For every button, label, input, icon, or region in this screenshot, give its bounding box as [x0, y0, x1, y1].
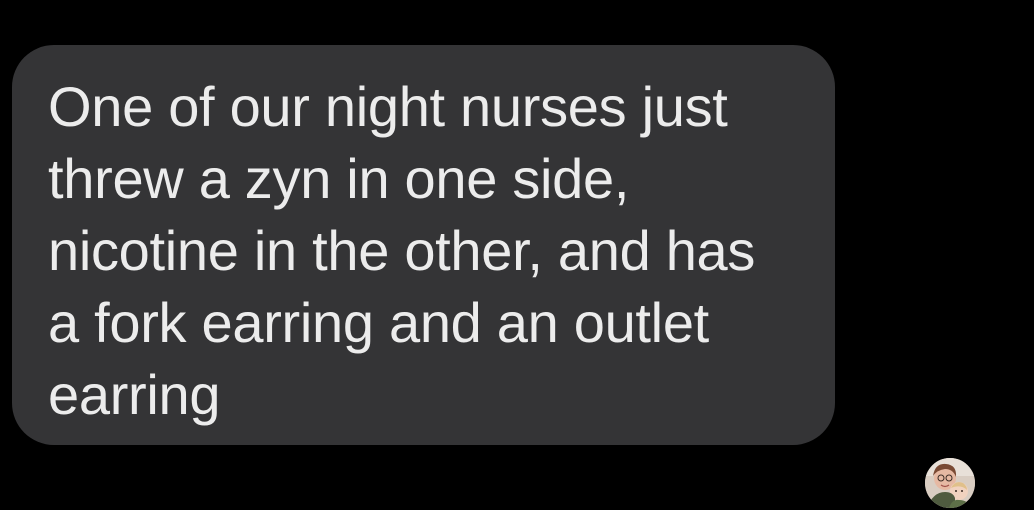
- message-line-3: nicotine in the other, and has: [48, 219, 756, 282]
- message-bubble[interactable]: One of our night nurses just threw a zyn…: [12, 45, 835, 445]
- sender-avatar[interactable]: [925, 458, 975, 508]
- message-line-2: threw a zyn in one side,: [48, 147, 630, 210]
- message-line-1: One of our night nurses just: [48, 75, 728, 138]
- contact-photo-icon: [925, 458, 975, 508]
- message-line-4: a fork earring and an outlet: [48, 291, 709, 354]
- message-line-5: earring: [48, 363, 221, 426]
- message-text: One of our night nurses just threw a zyn…: [48, 71, 828, 431]
